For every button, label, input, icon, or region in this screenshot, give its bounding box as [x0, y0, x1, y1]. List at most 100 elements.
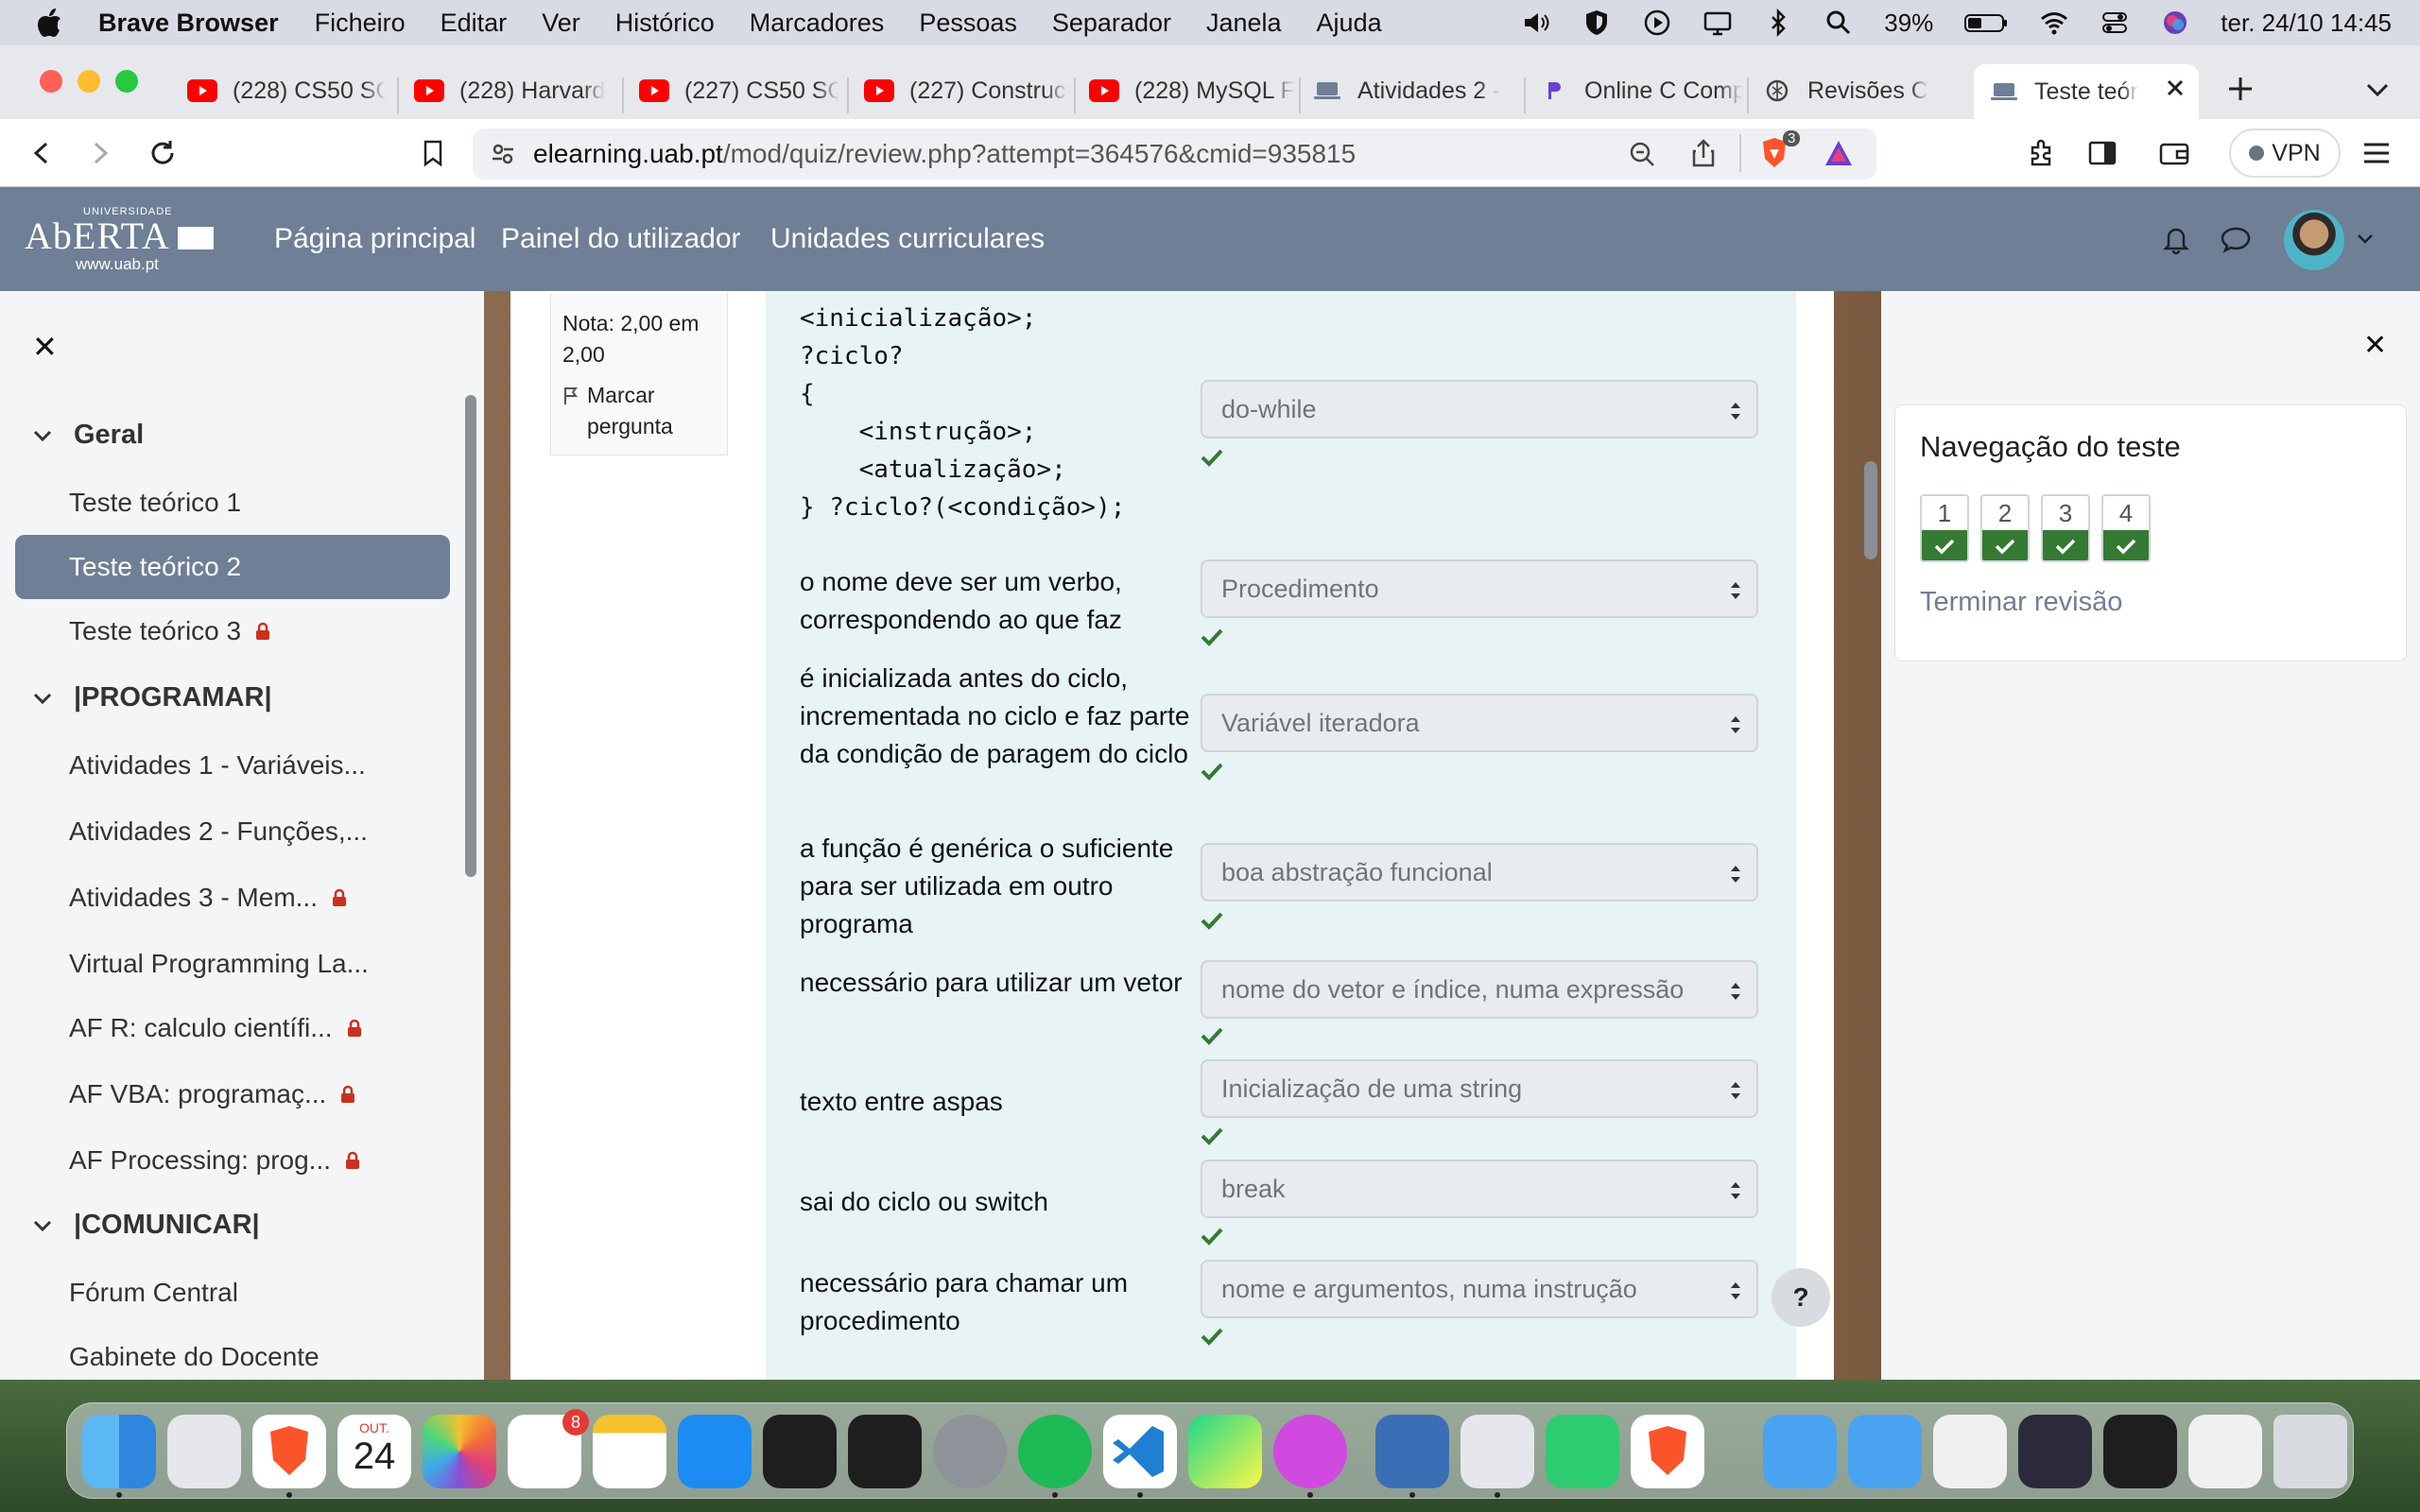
flower-app-icon[interactable] [1273, 1415, 1347, 1488]
forward-icon[interactable] [83, 136, 117, 170]
course-item-gabinete-docente[interactable]: Gabinete do Docente [15, 1325, 450, 1380]
close-course-index-icon[interactable]: ✕ [32, 329, 58, 365]
siri-icon[interactable] [2160, 8, 2190, 38]
battery-icon[interactable] [1963, 8, 2009, 38]
apple-menu-icon[interactable] [21, 8, 78, 38]
control-center-icon[interactable] [2100, 8, 2130, 38]
finder-icon[interactable] [82, 1415, 156, 1488]
course-item-teste-teorico-2[interactable]: Teste teórico 2 [15, 535, 450, 599]
course-item-af-vba[interactable]: AF VBA: programaç... [15, 1062, 450, 1126]
nav-unidades-curriculares[interactable]: Unidades curriculares [770, 223, 1045, 255]
menu-pessoas[interactable]: Pessoas [919, 9, 1017, 38]
tab-teste-teorico[interactable]: Teste teórico [1974, 64, 2199, 119]
section-comunicar[interactable]: |COMUNICAR| [32, 1210, 260, 1241]
zoom-out-icon[interactable] [1628, 140, 1656, 168]
brave-icon[interactable] [252, 1415, 326, 1488]
answer-select[interactable]: break [1201, 1160, 1758, 1218]
bookmark-icon[interactable] [416, 136, 450, 170]
wallet-icon[interactable] [2157, 136, 2191, 170]
close-quiz-nav-icon[interactable]: ✕ [2363, 329, 2387, 362]
answer-select[interactable]: Variável iteradora [1201, 694, 1758, 752]
facetime-icon[interactable] [1546, 1415, 1619, 1488]
tab-harvard[interactable]: (228) Harvard [414, 68, 613, 113]
finish-review-link[interactable]: Terminar revisão [1920, 587, 2122, 618]
section-geral[interactable]: Geral [32, 420, 144, 451]
nav-pagina-principal[interactable]: Página principal [274, 223, 475, 255]
pycharm-icon[interactable] [1188, 1415, 1262, 1488]
messages-icon[interactable] [2220, 225, 2252, 253]
question-nav-button-3[interactable]: 3 [2041, 494, 2090, 562]
tab-revisoes-c[interactable]: Revisões C [1762, 68, 1970, 113]
answer-select[interactable]: nome do vetor e índice, numa expressão [1201, 960, 1758, 1019]
trash-icon[interactable] [2273, 1415, 2347, 1488]
notes-icon[interactable] [593, 1415, 666, 1488]
wifi-icon[interactable] [2039, 8, 2069, 38]
course-index-scrollbar[interactable] [465, 395, 476, 877]
volume-icon[interactable] [1521, 8, 1551, 38]
terminal-icon[interactable] [848, 1415, 922, 1488]
rocket-app-icon[interactable] [1375, 1415, 1449, 1488]
uab-logo[interactable]: UNIVERSIDADE AbERTA www.uab.pt [25, 206, 223, 273]
user-menu-chevron-icon[interactable] [2356, 232, 2375, 246]
brave-rewards-icon[interactable] [1823, 138, 1855, 168]
vscode-icon[interactable] [1103, 1415, 1177, 1488]
recent-terminal-icon[interactable] [2103, 1415, 2177, 1488]
datetime[interactable]: ter. 24/10 14:45 [2221, 9, 2392, 38]
answer-select[interactable]: do-while [1201, 380, 1758, 438]
course-item-af-processing[interactable]: AF Processing: prog... [15, 1128, 450, 1193]
brave-beta-icon[interactable] [1631, 1415, 1704, 1488]
app-name[interactable]: Brave Browser [98, 9, 279, 38]
answer-select[interactable]: nome e argumentos, numa instrução [1201, 1260, 1758, 1318]
new-tab-icon[interactable] [2225, 74, 2256, 104]
question-nav-button-4[interactable]: 4 [2101, 494, 2151, 562]
answer-select[interactable]: Procedimento [1201, 559, 1758, 618]
course-item-atividades-3[interactable]: Atividades 3 - Mem... [15, 866, 450, 930]
close-tab-icon[interactable] [2165, 77, 2186, 98]
menu-hamburger-icon[interactable] [2360, 136, 2394, 170]
menu-marcadores[interactable]: Marcadores [750, 9, 885, 38]
sidebar-icon[interactable] [2085, 136, 2119, 170]
course-item-af-r[interactable]: AF R: calculo científi... [15, 996, 450, 1060]
menu-ajuda[interactable]: Ajuda [1317, 9, 1382, 38]
tab-cs50-sql-1[interactable]: (228) CS50 SQL [187, 68, 386, 113]
reload-icon[interactable] [146, 136, 180, 170]
course-item-virtual-programming-lab[interactable]: Virtual Programming La... [15, 932, 450, 996]
zoom-window-icon[interactable] [115, 70, 138, 93]
answer-select[interactable]: boa abstração funcional [1201, 843, 1758, 902]
folder-icon[interactable] [1763, 1415, 1837, 1488]
close-window-icon[interactable] [40, 70, 62, 93]
menu-historico[interactable]: Histórico [615, 9, 715, 38]
help-button[interactable]: ? [1772, 1268, 1830, 1327]
photos-icon[interactable] [423, 1415, 496, 1488]
extensions-icon[interactable] [2025, 136, 2059, 170]
answer-select[interactable]: Inicialização de uma string [1201, 1059, 1758, 1118]
menu-editar[interactable]: Editar [441, 9, 508, 38]
course-item-atividades-1[interactable]: Atividades 1 - Variáveis... [15, 733, 450, 798]
tab-mysql[interactable]: (228) MySQL F [1089, 68, 1297, 113]
flag-question[interactable]: Marcar pergunta [562, 380, 716, 442]
section-programar[interactable]: |PROGRAMAR| [32, 682, 272, 713]
calendar-icon[interactable]: OUT. 24 [337, 1415, 411, 1488]
course-item-atividades-2[interactable]: Atividades 2 - Funções,... [15, 799, 450, 864]
launchpad-icon[interactable] [167, 1415, 241, 1488]
display-icon[interactable] [1703, 8, 1733, 38]
spotify-icon[interactable] [1018, 1415, 1092, 1488]
user-avatar[interactable] [2284, 210, 2344, 270]
recent-file-icon[interactable] [1933, 1415, 2007, 1488]
nav-painel-utilizador[interactable]: Painel do utilizador [501, 223, 741, 255]
menu-ver[interactable]: Ver [542, 9, 580, 38]
course-item-teste-teorico-1[interactable]: Teste teórico 1 [15, 471, 450, 535]
course-item-forum-central[interactable]: Fórum Central [15, 1261, 450, 1325]
recent-document-icon[interactable] [2188, 1415, 2262, 1488]
site-settings-icon[interactable] [490, 141, 516, 167]
play-circle-icon[interactable] [1642, 8, 1672, 38]
activity-monitor-icon[interactable] [763, 1415, 837, 1488]
tab-online-c[interactable]: Online C Comp [1539, 68, 1743, 113]
address-bar[interactable]: elearning.uab.pt/mod/quiz/review.php?att… [473, 129, 1876, 180]
preview-icon[interactable] [1461, 1415, 1534, 1488]
vpn-button[interactable]: VPN [2229, 129, 2341, 178]
tab-cs50-sql-2[interactable]: (227) CS50 SQL [639, 68, 839, 113]
menu-separador[interactable]: Separador [1052, 9, 1171, 38]
bell-icon[interactable] [2161, 223, 2191, 255]
shield-icon[interactable] [1582, 8, 1612, 38]
